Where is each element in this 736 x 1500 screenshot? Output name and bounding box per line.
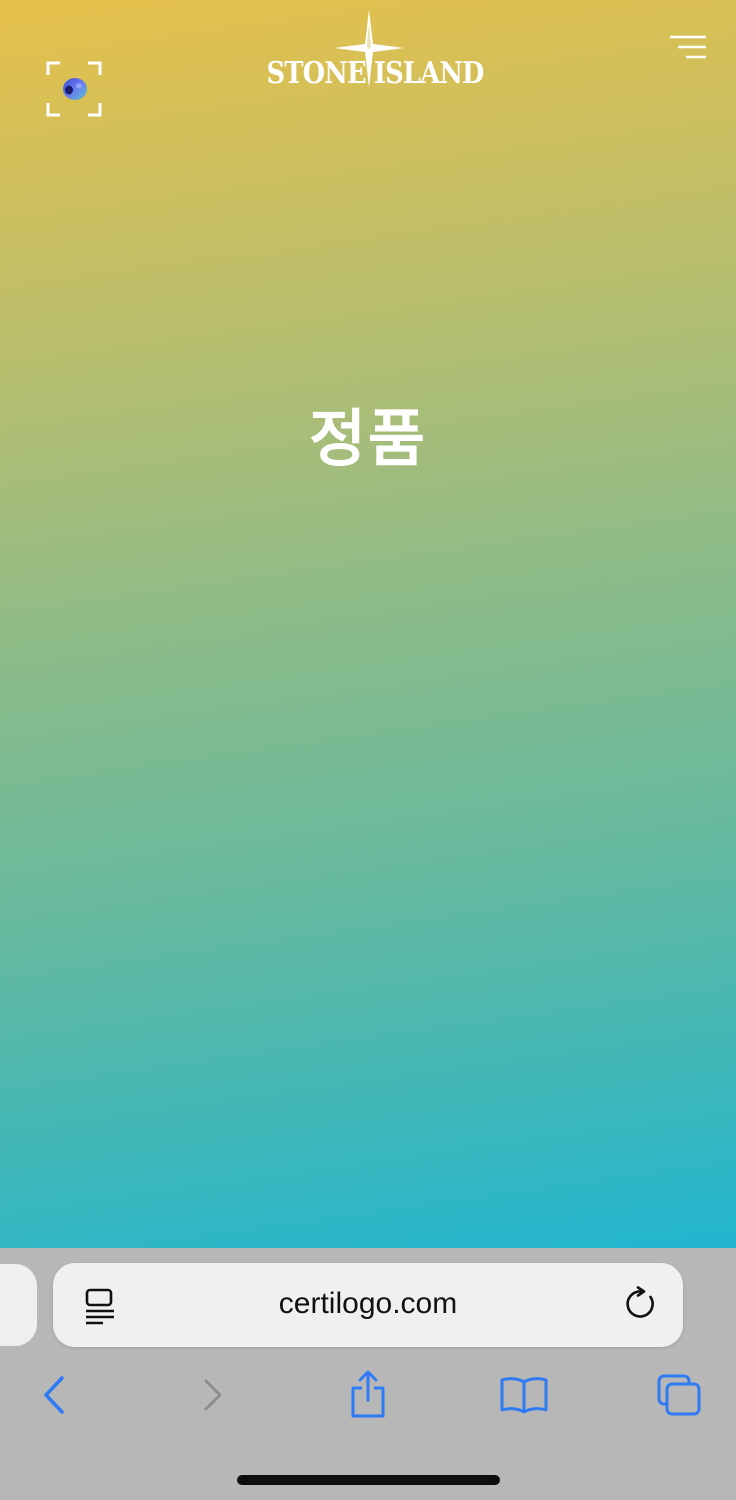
share-button[interactable]	[340, 1370, 396, 1420]
brand-name: STONE ISLAND	[266, 56, 485, 91]
forward-button[interactable]	[186, 1370, 242, 1420]
browser-chrome: certilogo.com	[0, 1248, 736, 1500]
share-icon	[351, 1370, 385, 1418]
reload-icon[interactable]	[623, 1286, 659, 1322]
url-text[interactable]: certilogo.com	[53, 1287, 683, 1321]
bookmarks-button[interactable]	[496, 1370, 552, 1420]
brand-logo[interactable]: STONE ISLAND	[250, 10, 486, 96]
tabs-button[interactable]	[651, 1370, 707, 1420]
forward-icon	[204, 1379, 222, 1411]
menu-icon[interactable]	[668, 34, 708, 62]
address-bar[interactable]: certilogo.com	[53, 1263, 683, 1347]
page-hero: STONE ISLAND 정품	[0, 0, 736, 1248]
tabs-icon	[657, 1374, 701, 1416]
bookmarks-icon	[500, 1377, 548, 1414]
back-button[interactable]	[27, 1370, 83, 1420]
authenticity-headline: 정품	[308, 402, 428, 475]
previous-tab-preview[interactable]	[0, 1264, 37, 1346]
scan-frame-icon[interactable]	[45, 60, 103, 118]
home-indicator	[237, 1475, 500, 1485]
back-icon	[44, 1376, 64, 1414]
